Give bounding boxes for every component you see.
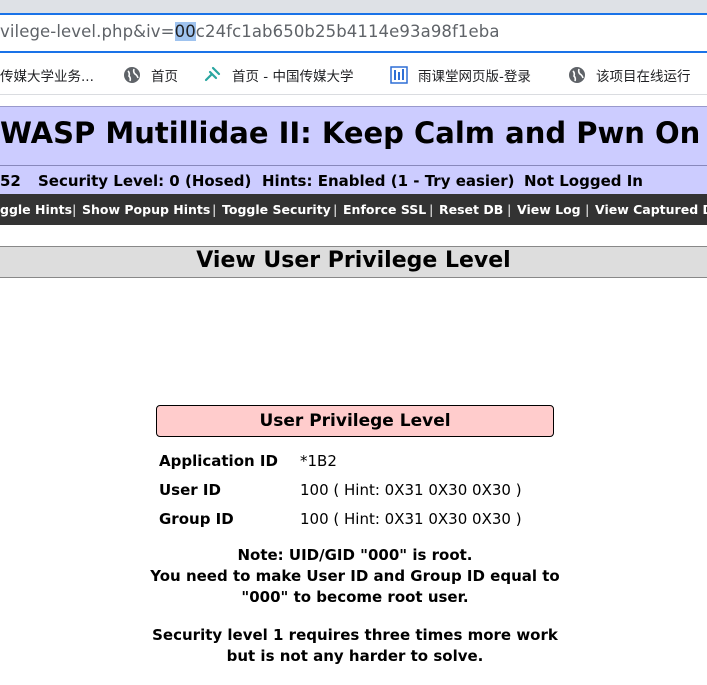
hints-text: Hints: Enabled (1 - Try easier) (262, 172, 515, 190)
security-note: Security level 1 requires three times mo… (140, 625, 570, 667)
bookmark-label: 雨课堂网页版-登录 (418, 69, 531, 85)
menu-enforce-ssl[interactable]: Enforce SSL (343, 202, 426, 217)
url-text[interactable]: vilege-level.php&iv=00c24fc1ab650b25b411… (0, 22, 500, 41)
menu-separator: | (212, 202, 217, 217)
url-selection: 00 (174, 22, 196, 41)
menu-view-captured-data[interactable]: View Captured D (595, 202, 707, 217)
menu-separator: | (585, 202, 590, 217)
url-prefix: vilege-level.php&iv= (0, 22, 175, 41)
menu-separator: | (333, 202, 338, 217)
security-level-text: Security Level: 0 (Hosed) (38, 172, 252, 190)
menu-toggle-hints[interactable]: ggle Hints (0, 202, 72, 217)
application-id-value: *1B2 (300, 452, 337, 470)
version-text: 52 (0, 172, 21, 190)
bookmark-item[interactable]: 该项目在线运行 (568, 65, 691, 85)
menu-separator: | (429, 202, 434, 217)
bookmark-label: 传媒大学业务... (0, 69, 94, 85)
bookmark-label: 该项目在线运行 (596, 69, 691, 85)
group-id-label: Group ID (159, 510, 234, 528)
globe-icon (124, 67, 140, 83)
bookmarks-bar: 传媒大学业务... 首页 首页 - 中国传媒大学 雨课堂网页版-登录 该项目在线… (0, 53, 707, 95)
note-line: but is not any harder to solve. (226, 647, 484, 665)
user-id-label: User ID (159, 481, 221, 499)
menu-separator: | (507, 202, 512, 217)
bookmark-item[interactable]: 雨课堂网页版-登录 (390, 65, 531, 85)
panel-title: User Privilege Level (156, 405, 554, 437)
bookmark-label: 首页 (151, 69, 178, 85)
login-status-text: Not Logged In (524, 172, 643, 190)
menu-reset-db[interactable]: Reset DB (439, 202, 503, 217)
bookmark-item[interactable]: 首页 - 中国传媒大学 (204, 65, 353, 85)
page-heading-bar: View User Privilege Level (0, 246, 707, 278)
group-id-value: 100 ( Hint: 0X31 0X30 0X30 ) (300, 510, 522, 528)
menu-show-popup-hints[interactable]: Show Popup Hints (82, 202, 210, 217)
menu-view-log[interactable]: View Log (517, 202, 581, 217)
status-bar: 52 Security Level: 0 (Hosed) Hints: Enab… (0, 165, 707, 194)
bookmark-label: 首页 - 中国传媒大学 (232, 69, 354, 85)
site-title: WASP Mutillidae II: Keep Calm and Pwn On (0, 116, 701, 150)
link-icon (204, 66, 221, 82)
rain-classroom-icon (390, 66, 408, 84)
address-bar[interactable]: vilege-level.php&iv=00c24fc1ab650b25b411… (0, 13, 707, 53)
note-line: You need to make User ID and Group ID eq… (150, 567, 560, 585)
globe-icon (569, 67, 585, 83)
menu-separator: | (72, 202, 77, 217)
site-header: WASP Mutillidae II: Keep Calm and Pwn On (0, 106, 707, 166)
page: vilege-level.php&iv=00c24fc1ab650b25b411… (0, 0, 707, 685)
url-suffix: c24fc1ab650b25b4114e93a98f1eba (195, 22, 500, 41)
user-id-value: 100 ( Hint: 0X31 0X30 0X30 ) (300, 481, 522, 499)
application-id-label: Application ID (159, 452, 278, 470)
bookmark-item[interactable]: 首页 (123, 65, 178, 85)
root-note: Note: UID/GID "000" is root. You need to… (140, 545, 570, 608)
note-line: Note: UID/GID "000" is root. (237, 546, 473, 564)
bookmark-item[interactable]: 传媒大学业务... (0, 65, 94, 85)
menu-bar: ggle Hints | Show Popup Hints | Toggle S… (0, 194, 707, 225)
browser-tab-strip (0, 0, 707, 13)
page-title: View User Privilege Level (196, 248, 511, 273)
note-line: "000" to become root user. (241, 588, 469, 606)
note-line: Security level 1 requires three times mo… (152, 626, 558, 644)
menu-toggle-security[interactable]: Toggle Security (222, 202, 331, 217)
